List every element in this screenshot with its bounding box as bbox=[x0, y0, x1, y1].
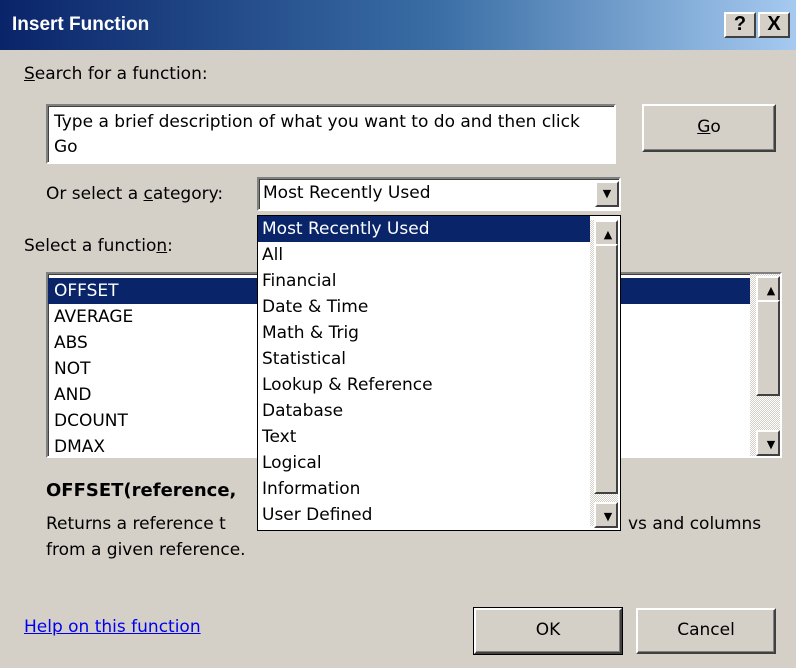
search-input[interactable]: Type a brief description of what you wan… bbox=[46, 104, 616, 164]
category-scroll-up-icon[interactable]: ▲ bbox=[594, 220, 618, 246]
description-text-end: vs and columns bbox=[628, 514, 762, 534]
category-select[interactable]: Most Recently Used ▼ bbox=[257, 177, 621, 211]
category-option[interactable]: Date & Time bbox=[258, 294, 620, 320]
ok-button[interactable]: OK bbox=[473, 607, 623, 655]
category-selected-value: Most Recently Used bbox=[263, 183, 431, 203]
category-option[interactable]: Lookup & Reference bbox=[258, 372, 620, 398]
description-text-start: Returns a reference t bbox=[46, 514, 226, 534]
scroll-up-icon[interactable]: ▲ bbox=[756, 276, 780, 302]
category-option[interactable]: Statistical bbox=[258, 346, 620, 372]
category-dropdown-arrow-icon[interactable]: ▼ bbox=[595, 181, 619, 207]
category-scroll-down-icon[interactable]: ▼ bbox=[594, 502, 618, 528]
category-label: Or select a category: bbox=[46, 184, 224, 204]
category-option[interactable]: Financial bbox=[258, 268, 620, 294]
go-button[interactable]: Go bbox=[642, 104, 776, 152]
function-signature: OFFSET(reference, bbox=[46, 480, 237, 501]
cancel-button[interactable]: Cancel bbox=[636, 608, 776, 654]
category-option[interactable]: All bbox=[258, 242, 620, 268]
category-scroll-thumb[interactable] bbox=[594, 244, 618, 494]
function-scroll-thumb[interactable] bbox=[756, 300, 780, 396]
scroll-down-icon[interactable]: ▼ bbox=[756, 430, 780, 456]
category-option[interactable]: User Defined bbox=[258, 502, 620, 528]
help-on-function-link[interactable]: Help on this function bbox=[24, 617, 201, 637]
category-dropdown-list[interactable]: Most Recently Used All Financial Date & … bbox=[257, 215, 621, 531]
dialog-title: Insert Function bbox=[12, 14, 150, 35]
category-option[interactable]: Logical bbox=[258, 450, 620, 476]
help-button[interactable]: ? bbox=[724, 12, 756, 38]
function-label: Select a function: bbox=[24, 236, 173, 256]
category-option[interactable]: Information bbox=[258, 476, 620, 502]
category-option[interactable]: Text bbox=[258, 424, 620, 450]
search-label: Search for a function: bbox=[24, 64, 208, 84]
category-option[interactable]: Math & Trig bbox=[258, 320, 620, 346]
category-option[interactable]: Most Recently Used bbox=[258, 216, 590, 242]
close-button[interactable]: X bbox=[758, 12, 790, 38]
category-option[interactable]: Database bbox=[258, 398, 620, 424]
description-text-line2: from a given reference. bbox=[46, 540, 246, 560]
